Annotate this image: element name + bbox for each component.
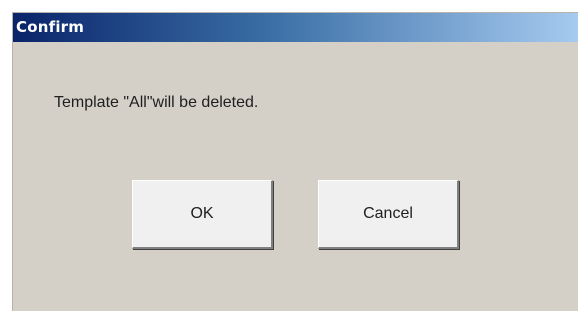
- dialog-message: Template "All"will be deleted.: [54, 94, 259, 111]
- ok-button[interactable]: OK: [132, 180, 273, 249]
- dialog-title: Confirm: [16, 18, 85, 36]
- cancel-button-label: Cancel: [363, 205, 413, 222]
- ok-button-label: OK: [190, 205, 214, 222]
- dialog-titlebar: Confirm: [13, 13, 578, 42]
- confirm-dialog: Confirm Template "All"will be deleted. O…: [12, 12, 578, 311]
- cancel-button[interactable]: Cancel: [318, 180, 459, 249]
